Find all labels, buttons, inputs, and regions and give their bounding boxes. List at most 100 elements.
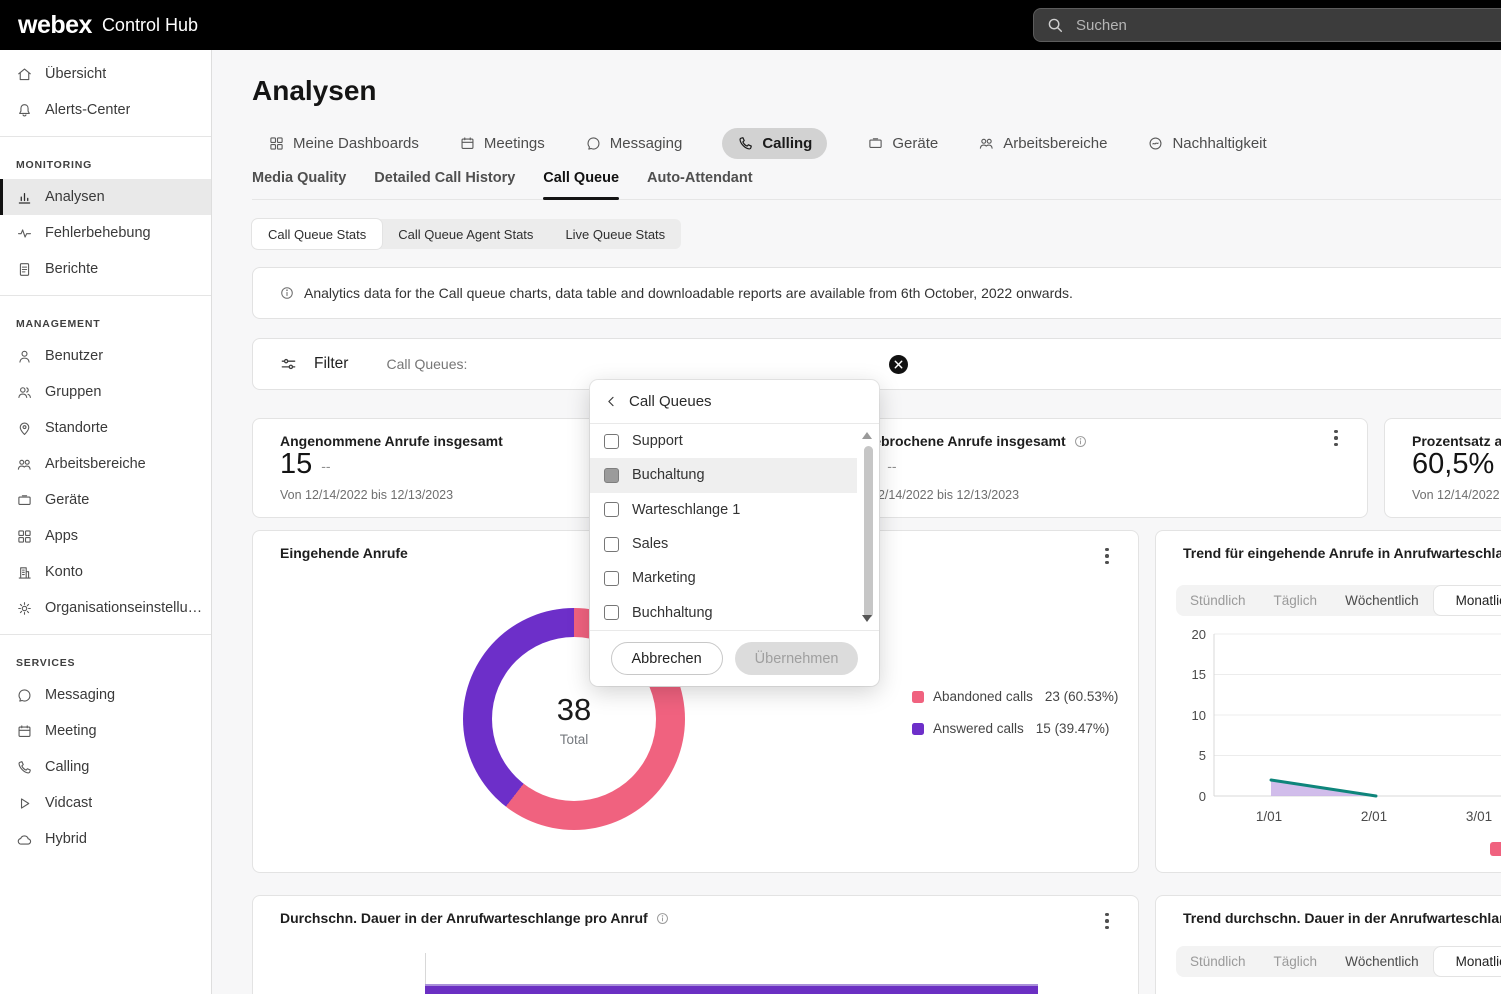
option-support[interactable]: Support xyxy=(590,424,857,458)
filter-label: Filter xyxy=(314,355,348,373)
sidebar-item-fehlerbehebung[interactable]: Fehlerbehebung xyxy=(0,215,211,251)
tab-geraete[interactable]: Geräte xyxy=(867,135,938,152)
sidebar-item-analysen[interactable]: Analysen xyxy=(0,179,211,215)
sidebar-section-services: SERVICES xyxy=(0,643,211,677)
segment-call-queue-stats[interactable]: Call Queue Stats xyxy=(252,219,382,249)
cloud-icon xyxy=(16,831,33,848)
sidebar-item-standorte[interactable]: Standorte xyxy=(0,410,211,446)
search-box[interactable] xyxy=(1033,8,1501,42)
option-warteschlange-1[interactable]: Warteschlange 1 xyxy=(590,493,857,527)
checkbox-unchecked[interactable] xyxy=(604,537,619,552)
sidebar-item-label: Vidcast xyxy=(45,795,92,811)
scrollbar-thumb[interactable] xyxy=(864,446,873,618)
svg-text:1/01: 1/01 xyxy=(1256,809,1282,824)
sidebar-item-berichte[interactable]: Berichte xyxy=(0,251,211,287)
sidebar-item-uebersicht[interactable]: Übersicht xyxy=(0,56,211,92)
subtab-call-queue[interactable]: Call Queue xyxy=(543,170,619,188)
sidebar-item-arbeitsbereiche[interactable]: Arbeitsbereiche xyxy=(0,446,211,482)
sidebar-item-messaging[interactable]: Messaging xyxy=(0,677,211,713)
bar-chart-axis xyxy=(425,953,426,984)
info-icon[interactable] xyxy=(655,911,670,926)
sidebar-section-management: MANAGEMENT xyxy=(0,304,211,338)
interval-tab-monatlich[interactable]: Monatlich xyxy=(1433,946,1501,977)
sidebar-item-meeting[interactable]: Meeting xyxy=(0,713,211,749)
legend-item-answered-calls[interactable]: Answered calls 15 (39.47%) xyxy=(912,721,1118,736)
sidebar-item-geraete[interactable]: Geräte xyxy=(0,482,211,518)
subtab-media-quality[interactable]: Media Quality xyxy=(252,170,346,188)
subtab-detailed-call-history[interactable]: Detailed Call History xyxy=(374,170,515,188)
sidebar-item-konto[interactable]: Konto xyxy=(0,554,211,590)
tab-messaging[interactable]: Messaging xyxy=(585,135,683,152)
option-buchaltung[interactable]: Buchaltung xyxy=(590,458,857,492)
chevron-left-icon[interactable] xyxy=(604,394,619,409)
sidebar-item-label: Benutzer xyxy=(45,348,103,364)
sidebar-item-apps[interactable]: Apps xyxy=(0,518,211,554)
checkbox-unchecked[interactable] xyxy=(604,502,619,517)
calendar-icon xyxy=(16,723,33,740)
building-icon xyxy=(16,564,33,581)
segment-live-queue-stats[interactable]: Live Queue Stats xyxy=(549,219,681,249)
queue-stats-segmented-control: Call Queue Stats Call Queue Agent Stats … xyxy=(252,219,681,249)
sidebar-item-organisationseinstellungen[interactable]: Organisationseinstellun... xyxy=(0,590,211,626)
kebab-menu-icon[interactable] xyxy=(1098,546,1116,566)
cancel-button[interactable]: Abbrechen xyxy=(611,642,723,675)
interval-tab-taeglich[interactable]: Täglich xyxy=(1260,946,1332,977)
scroll-up-icon[interactable] xyxy=(862,432,872,439)
interval-tab-woechentlich[interactable]: Wöchentlich xyxy=(1331,946,1433,977)
filter-icon xyxy=(279,355,298,374)
option-buchhaltung[interactable]: Buchhaltung xyxy=(590,595,857,629)
option-label: Marketing xyxy=(632,570,696,586)
tab-meine-dashboards[interactable]: Meine Dashboards xyxy=(268,135,419,152)
workspace-icon xyxy=(16,456,33,473)
dashboard-grid-icon xyxy=(268,135,285,152)
page-title: Analysen xyxy=(252,75,377,107)
option-marketing[interactable]: Marketing xyxy=(590,561,857,595)
checkbox-unchecked[interactable] xyxy=(604,571,619,586)
dropdown-header: Call Queues xyxy=(590,380,879,424)
trend-interval-tabs: Stündlich Täglich Wöchentlich Monatlich xyxy=(1176,946,1501,977)
sidebar-item-benutzer[interactable]: Benutzer xyxy=(0,338,211,374)
filter-field-label[interactable]: Call Queues: xyxy=(386,356,467,372)
tab-nachhaltigkeit[interactable]: Nachhaltigkeit xyxy=(1147,135,1266,152)
clear-filter-button[interactable] xyxy=(889,355,908,374)
kebab-menu-icon[interactable] xyxy=(1098,911,1116,931)
search-input[interactable] xyxy=(1076,17,1456,34)
banner-text: Analytics data for the Call queue charts… xyxy=(304,285,1073,301)
tab-meetings[interactable]: Meetings xyxy=(459,135,545,152)
trend-legend-swatch[interactable] xyxy=(1490,842,1501,856)
segment-call-queue-agent-stats[interactable]: Call Queue Agent Stats xyxy=(382,219,549,249)
option-label: Warteschlange 1 xyxy=(632,502,740,518)
checkbox-checked[interactable] xyxy=(604,468,619,483)
sidebar-item-vidcast[interactable]: Vidcast xyxy=(0,785,211,821)
home-icon xyxy=(16,66,33,83)
main-content: Analysen Meine Dashboards Meetings Messa… xyxy=(212,50,1501,994)
option-sales[interactable]: Sales xyxy=(590,527,857,561)
subtab-auto-attendant[interactable]: Auto-Attendant xyxy=(647,170,753,188)
apply-button[interactable]: Übernehmen xyxy=(735,642,859,675)
sidebar-item-alerts-center[interactable]: Alerts-Center xyxy=(0,92,211,128)
legend-item-abandoned-calls[interactable]: Abandoned calls 23 (60.53%) xyxy=(912,689,1118,704)
svg-text:0: 0 xyxy=(1199,789,1206,804)
dropdown-option-list: Support Buchaltung Warteschlange 1 Sales… xyxy=(590,424,879,630)
tab-calling[interactable]: Calling xyxy=(722,128,827,159)
interval-tab-stuendlich[interactable]: Stündlich xyxy=(1176,946,1260,977)
checkbox-unchecked[interactable] xyxy=(604,605,619,620)
tab-arbeitsbereiche[interactable]: Arbeitsbereiche xyxy=(978,135,1107,152)
info-icon[interactable] xyxy=(1073,434,1088,449)
dropdown-title: Call Queues xyxy=(629,393,712,410)
dropdown-scrollbar[interactable] xyxy=(860,428,874,626)
sidebar-item-hybrid[interactable]: Hybrid xyxy=(0,821,211,857)
kebab-menu-icon[interactable] xyxy=(1327,428,1345,448)
sidebar-item-label: Gruppen xyxy=(45,384,101,400)
sidebar-item-calling[interactable]: Calling xyxy=(0,749,211,785)
info-icon xyxy=(279,285,295,301)
sidebar-item-label: Fehlerbehebung xyxy=(45,225,151,241)
scroll-down-icon[interactable] xyxy=(862,615,872,622)
info-banner: Analytics data for the Call queue charts… xyxy=(252,267,1501,319)
sidebar-item-gruppen[interactable]: Gruppen xyxy=(0,374,211,410)
bell-icon xyxy=(16,102,33,119)
option-label: Buchaltung xyxy=(632,467,705,483)
checkbox-unchecked[interactable] xyxy=(604,434,619,449)
call-queues-dropdown: Call Queues Support Buchaltung Warteschl… xyxy=(590,380,879,686)
horizontal-bar[interactable] xyxy=(425,984,1038,994)
